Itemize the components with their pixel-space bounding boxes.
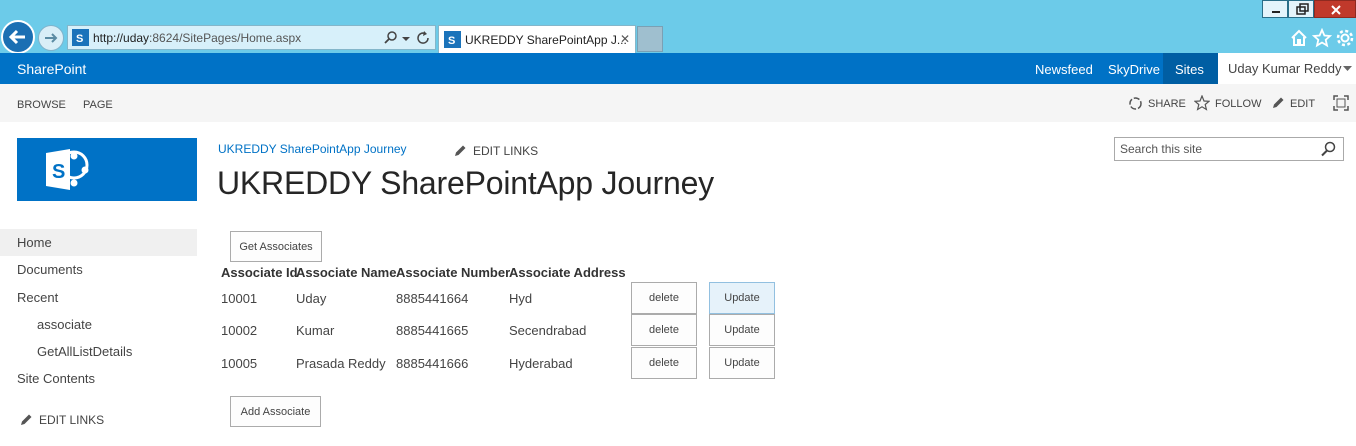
quick-launch-home[interactable]: Home xyxy=(0,229,197,256)
page-title: UKREDDY SharePointApp Journey xyxy=(217,165,714,201)
delete-button[interactable]: delete xyxy=(631,282,697,314)
edit-links-left-button[interactable]: EDIT LINKS xyxy=(20,411,104,427)
user-name: Uday Kumar Reddy xyxy=(1228,61,1342,76)
sharepoint-brand[interactable]: SharePoint xyxy=(17,61,86,77)
minimize-icon xyxy=(1272,11,1280,13)
cell-name: Prasada Reddy xyxy=(296,356,386,371)
edit-links-top-button[interactable]: EDIT LINKS xyxy=(454,142,538,158)
cell-address: Hyderabad xyxy=(509,356,573,371)
user-menu[interactable]: Uday Kumar Reddy xyxy=(1218,53,1356,84)
follow-star-icon[interactable] xyxy=(1194,95,1210,111)
pencil-icon[interactable] xyxy=(1271,96,1285,110)
chevron-down-icon xyxy=(1343,66,1352,71)
edit-links-label: EDIT LINKS xyxy=(473,144,539,158)
column-header-id: Associate Id xyxy=(221,265,298,280)
cell-id: 10001 xyxy=(221,291,258,306)
sharepoint-logo-icon: S xyxy=(46,149,89,190)
ribbon-tab-browse[interactable]: BROWSE xyxy=(17,99,66,111)
delete-button[interactable]: delete xyxy=(631,314,697,346)
edit-button[interactable]: EDIT xyxy=(1290,98,1315,110)
forward-arrow-icon xyxy=(45,33,58,43)
quick-launch-documents[interactable]: Documents xyxy=(0,256,197,283)
back-button[interactable] xyxy=(1,20,35,54)
search-input[interactable] xyxy=(1115,138,1315,160)
suite-link-newsfeed[interactable]: Newsfeed xyxy=(1035,62,1093,77)
sharepoint-favicon-icon: S xyxy=(444,31,461,48)
cell-id: 10002 xyxy=(221,323,258,338)
browser-chrome: S http://uday:8624/SitePages/Home.aspx S… xyxy=(0,0,1356,54)
pencil-icon xyxy=(455,145,466,156)
edit-links-label: EDIT LINKS xyxy=(39,413,105,427)
favorites-star-icon[interactable] xyxy=(1312,28,1332,48)
cell-number: 8885441664 xyxy=(396,291,469,306)
cell-id: 10005 xyxy=(221,356,258,371)
suite-bar: SharePoint Newsfeed SkyDrive Sites Uday … xyxy=(0,53,1356,84)
cell-name: Kumar xyxy=(296,323,335,338)
maximize-button[interactable] xyxy=(1288,0,1314,18)
focus-on-content-icon[interactable] xyxy=(1333,95,1349,111)
follow-button[interactable]: FOLLOW xyxy=(1215,98,1261,110)
share-button[interactable]: SHARE xyxy=(1148,98,1186,110)
svg-text:S: S xyxy=(448,35,455,47)
update-button[interactable]: Update xyxy=(709,314,775,346)
site-breadcrumb-link[interactable]: UKREDDY SharePointApp Journey xyxy=(218,142,407,156)
cell-address: Secendrabad xyxy=(509,323,587,338)
pencil-icon xyxy=(21,414,32,425)
url-text: http://uday:8624/SitePages/Home.aspx xyxy=(93,31,302,45)
tab-active[interactable]: S UKREDDY SharePointApp J... ✕ xyxy=(438,25,636,53)
column-header-address: Associate Address xyxy=(509,265,626,280)
update-button[interactable]: Update xyxy=(709,282,775,314)
refresh-icon[interactable] xyxy=(416,30,432,46)
gear-icon[interactable] xyxy=(1335,28,1355,48)
home-icon[interactable] xyxy=(1289,28,1309,48)
restore-icon xyxy=(1296,3,1309,15)
site-logo[interactable]: S xyxy=(17,138,197,201)
close-icon xyxy=(1331,5,1341,15)
svg-text:S: S xyxy=(52,161,65,183)
cell-address: Hyd xyxy=(509,291,533,306)
column-header-number: Associate Number xyxy=(396,265,511,280)
ribbon: BROWSE PAGE SHARE FOLLOW EDIT xyxy=(0,84,1356,122)
tab-close-icon[interactable]: ✕ xyxy=(620,32,630,46)
add-associate-button[interactable]: Add Associate xyxy=(230,396,321,427)
suite-link-sites[interactable]: Sites xyxy=(1175,62,1204,77)
update-button[interactable]: Update xyxy=(709,347,775,379)
delete-button[interactable]: delete xyxy=(631,347,697,379)
cell-number: 8885441666 xyxy=(396,356,469,371)
quick-launch-getalllistdetails[interactable]: GetAllListDetails xyxy=(0,338,197,365)
back-arrow-icon xyxy=(8,29,25,45)
ribbon-tab-page[interactable]: PAGE xyxy=(83,99,113,111)
site-search-box xyxy=(1114,137,1344,161)
column-header-name: Associate Name xyxy=(296,265,397,280)
quick-launch-recent[interactable]: Recent xyxy=(0,284,197,311)
minimize-button[interactable] xyxy=(1262,0,1288,18)
get-associates-button[interactable]: Get Associates xyxy=(230,231,322,262)
search-icon[interactable] xyxy=(383,30,399,46)
sharepoint-favicon-icon: S xyxy=(72,29,89,46)
dropdown-icon[interactable] xyxy=(401,30,411,46)
cell-number: 8885441665 xyxy=(396,323,469,338)
svg-text:S: S xyxy=(76,33,83,45)
quick-launch-associate[interactable]: associate xyxy=(0,311,197,338)
quick-launch-site-contents[interactable]: Site Contents xyxy=(0,365,197,392)
cell-name: Uday xyxy=(296,291,327,306)
tab-title: UKREDDY SharePointApp J... xyxy=(465,33,627,47)
address-bar[interactable]: S http://uday:8624/SitePages/Home.aspx xyxy=(67,25,436,50)
new-tab-button[interactable] xyxy=(637,26,663,52)
close-window-button[interactable] xyxy=(1314,0,1356,18)
search-icon[interactable] xyxy=(1320,141,1338,157)
forward-button[interactable] xyxy=(38,25,64,51)
share-icon[interactable] xyxy=(1128,96,1143,111)
suite-link-skydrive[interactable]: SkyDrive xyxy=(1108,62,1160,77)
